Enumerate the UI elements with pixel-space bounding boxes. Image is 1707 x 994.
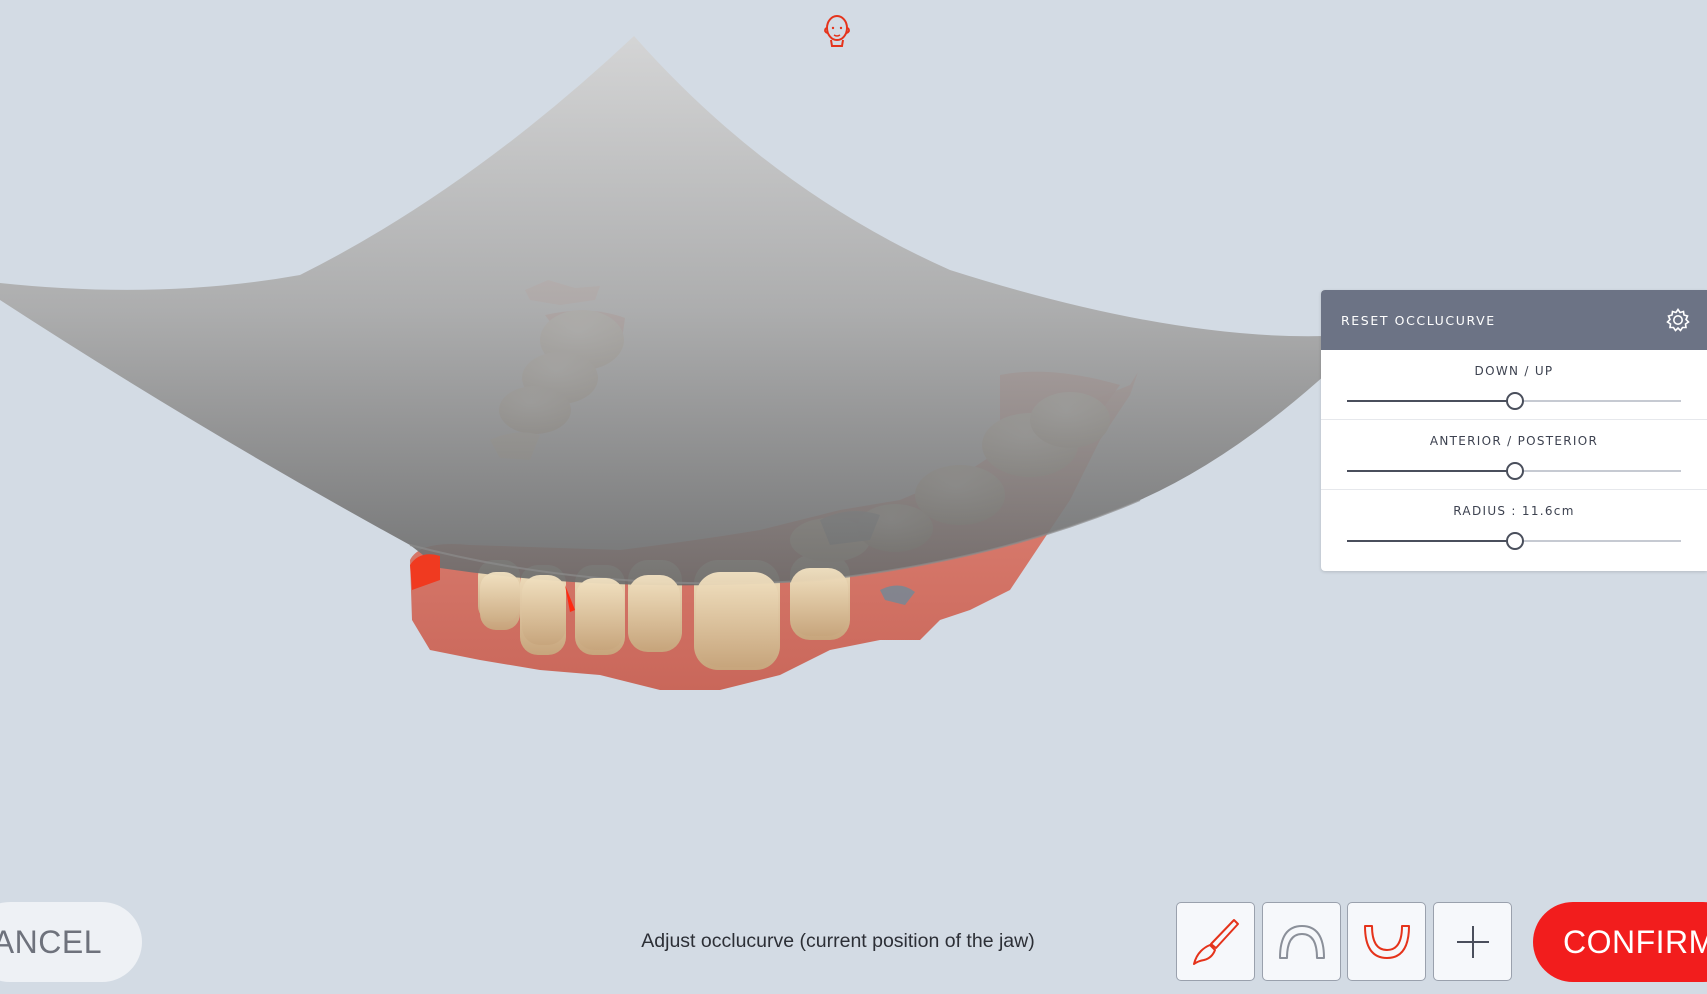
radius-slider-row: RADIUS : 11.6cm xyxy=(1321,490,1707,560)
cancel-button[interactable]: CANCEL xyxy=(0,902,142,982)
down-up-label: DOWN / UP xyxy=(1474,364,1554,378)
confirm-label: CONFIRM xyxy=(1563,924,1707,960)
down-up-fill xyxy=(1347,400,1514,402)
brush-icon xyxy=(1192,918,1239,965)
down-up-track[interactable] xyxy=(1347,392,1681,410)
anterior-posterior-track[interactable] xyxy=(1347,462,1681,480)
reset-occlucurve-button[interactable]: RESET OCCLUCURVE xyxy=(1341,313,1496,328)
anterior-posterior-slider-thumb[interactable] xyxy=(1506,462,1524,480)
down-up-slider-row: DOWN / UP xyxy=(1321,350,1707,420)
upper-arch-icon xyxy=(1278,924,1325,959)
anterior-posterior-label: ANTERIOR / POSTERIOR xyxy=(1429,434,1599,448)
upper-arch-tool-button[interactable] xyxy=(1262,902,1341,981)
head-orientation-icon[interactable] xyxy=(822,12,852,52)
anterior-posterior-slider-row: ANTERIOR / POSTERIOR xyxy=(1321,420,1707,490)
lower-arch-tool-button[interactable] xyxy=(1347,902,1426,981)
crosshair-tool-button[interactable] xyxy=(1433,902,1512,981)
down-up-slider-thumb[interactable] xyxy=(1506,392,1524,410)
anterior-posterior-fill xyxy=(1347,470,1514,472)
brush-tool-button[interactable] xyxy=(1176,902,1255,981)
radius-slider-thumb[interactable] xyxy=(1506,532,1524,550)
gear-icon[interactable] xyxy=(1665,307,1691,333)
cancel-label: CANCEL xyxy=(0,924,102,960)
occlucurve-panel: RESET OCCLUCURVE DOWN / UP ANTERIOR / PO… xyxy=(1321,290,1707,571)
lower-arch-icon xyxy=(1363,924,1410,959)
occlusal-curve-plane xyxy=(0,36,1325,586)
radius-label: RADIUS : 11.6cm xyxy=(1453,504,1575,518)
crosshair-icon xyxy=(1456,925,1489,958)
radius-track[interactable] xyxy=(1347,532,1681,550)
confirm-button[interactable]: CONFIRM xyxy=(1533,902,1707,982)
panel-header: RESET OCCLUCURVE xyxy=(1321,290,1707,350)
radius-fill xyxy=(1347,540,1514,542)
status-message: Adjust occlucurve (current position of t… xyxy=(641,930,1035,952)
